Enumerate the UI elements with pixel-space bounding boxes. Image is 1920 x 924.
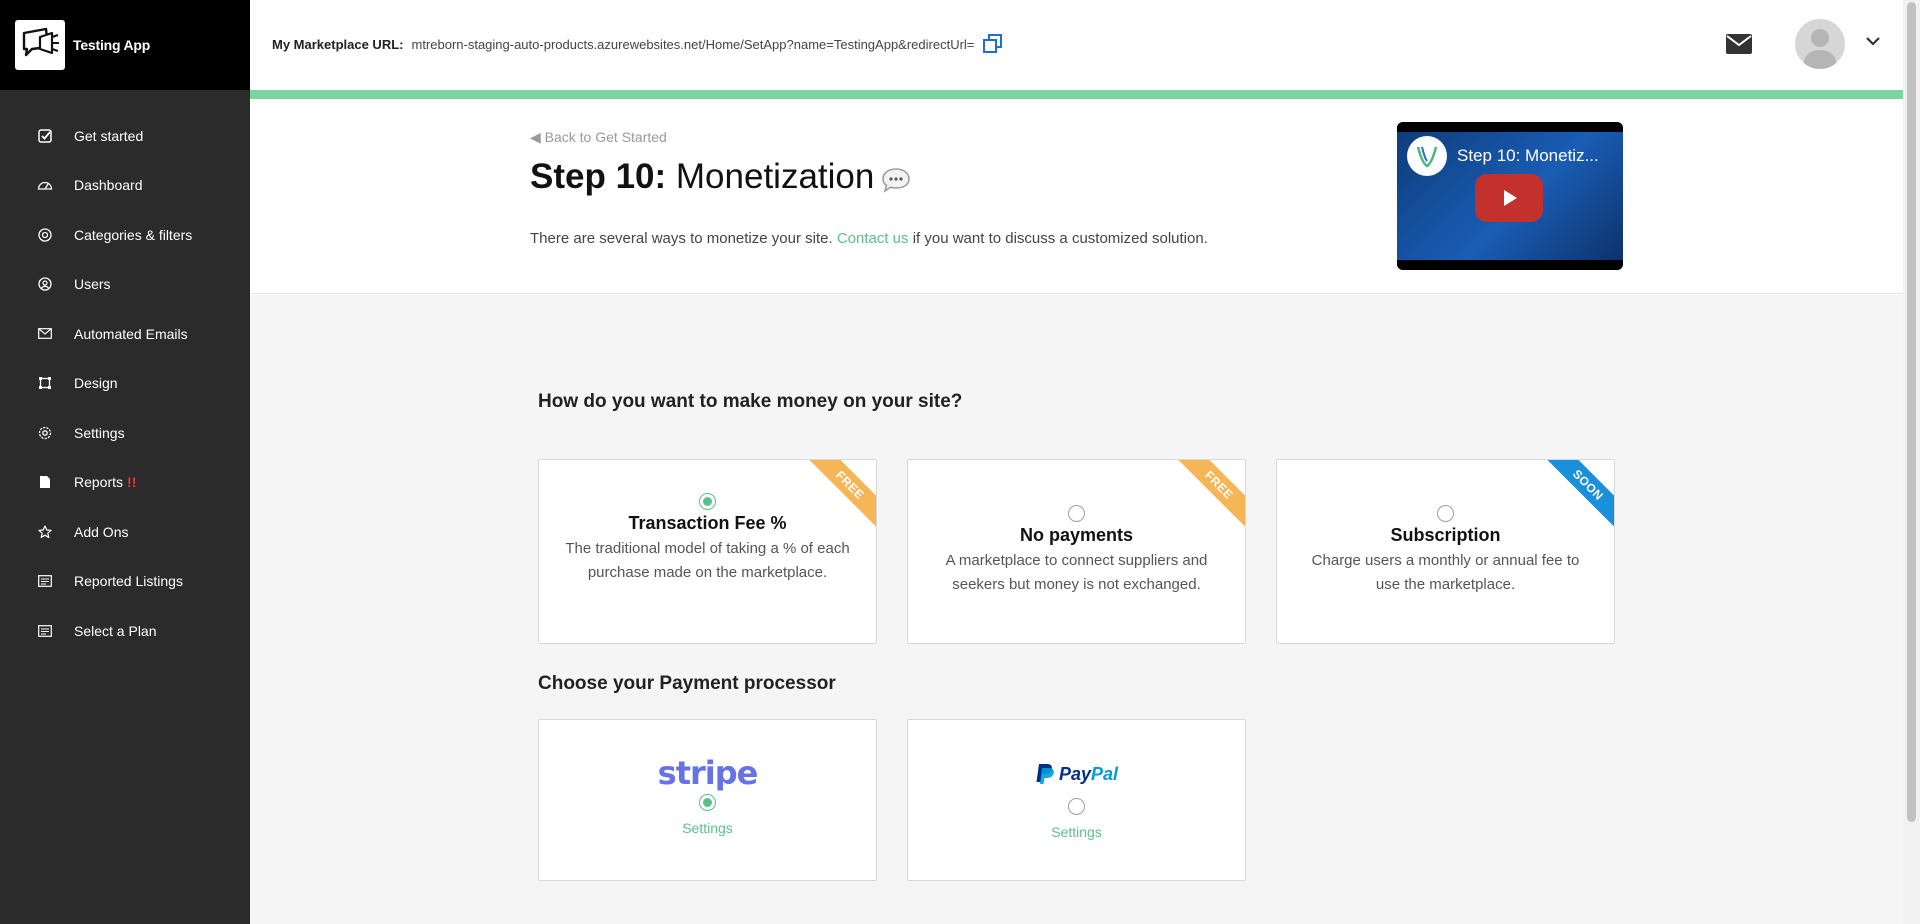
- paypal-logo: PayPal: [908, 756, 1245, 792]
- page-title-step: Step 10:: [530, 157, 667, 196]
- option-title: Transaction Fee %: [628, 513, 787, 533]
- sidebar-nav: Get started Dashboard Categories & filte…: [0, 90, 250, 656]
- gear-icon: [36, 424, 54, 442]
- main-content: How do you want to make money on your si…: [250, 295, 1903, 924]
- marketplace-url-label: My Marketplace URL:: [272, 36, 404, 52]
- sidebar-item-automated-emails[interactable]: Automated Emails: [0, 309, 250, 359]
- app-name: Testing App: [73, 37, 151, 53]
- page-title: Step 10: Monetization: [530, 157, 912, 197]
- monetization-question: How do you want to make money on your si…: [538, 391, 963, 412]
- paypal-settings-link[interactable]: Settings: [908, 824, 1245, 840]
- option-subscription[interactable]: SOON Subscription Charge users a monthly…: [1276, 459, 1615, 644]
- sidebar-item-design[interactable]: Design: [0, 359, 250, 409]
- play-icon[interactable]: [1475, 174, 1543, 222]
- user-circle-icon: [36, 275, 54, 293]
- sidebar-item-reports[interactable]: Reports !!: [0, 458, 250, 508]
- back-link[interactable]: ◀ Back to Get Started: [530, 129, 667, 146]
- envelope-icon: [36, 325, 54, 343]
- speedometer-icon: [36, 176, 54, 194]
- processor-paypal[interactable]: PayPal Settings: [907, 719, 1246, 881]
- sidebar-item-label: Reports: [74, 474, 124, 491]
- sidebar-item-label: Select a Plan: [74, 622, 157, 639]
- chat-bubble-icon[interactable]: [880, 163, 912, 193]
- brand[interactable]: Testing App: [0, 0, 250, 90]
- sidebar-item-select-plan[interactable]: Select a Plan: [0, 606, 250, 656]
- sidebar-item-dashboard[interactable]: Dashboard: [0, 161, 250, 211]
- sidebar-item-label: Users: [74, 276, 111, 293]
- ribbon-free: FREE: [1175, 460, 1245, 529]
- app-logo: [15, 20, 65, 70]
- sidebar-item-label: Design: [74, 375, 118, 392]
- sidebar-item-label: Get started: [74, 127, 144, 144]
- progress-bar: [250, 90, 1903, 99]
- crop-icon: [36, 374, 54, 392]
- option-description: Charge users a monthly or annual fee to …: [1311, 552, 1580, 593]
- sidebar-item-reported-listings[interactable]: Reported Listings: [0, 557, 250, 607]
- sidebar-item-label: Reported Listings: [74, 573, 183, 590]
- ribbon-soon: SOON: [1544, 460, 1614, 529]
- target-icon: [36, 226, 54, 244]
- sidebar-item-label: Dashboard: [74, 177, 143, 194]
- topbar: My Marketplace URL: mtreborn-staging-aut…: [250, 0, 1903, 99]
- subscription-radio[interactable]: [1437, 505, 1454, 522]
- copy-icon[interactable]: [982, 33, 1004, 55]
- marketplace-url-value[interactable]: mtreborn-staging-auto-products.azurewebs…: [411, 37, 974, 52]
- video-thumbnail[interactable]: Step 10: Monetiz...: [1397, 122, 1623, 270]
- sidebar-item-get-started[interactable]: Get started: [0, 111, 250, 161]
- stripe-radio[interactable]: [699, 794, 716, 811]
- star-icon: [36, 523, 54, 541]
- page-title-name: Monetization: [675, 157, 875, 196]
- reports-alert-badge: !!: [127, 474, 137, 491]
- vertical-scrollbar[interactable]: [1903, 0, 1920, 924]
- option-title: Subscription: [1390, 525, 1501, 545]
- sidebar: Testing App Get started Dashboard Catego…: [0, 0, 250, 924]
- mail-icon[interactable]: [1725, 33, 1753, 55]
- video-title: Step 10: Monetiz...: [1457, 146, 1599, 165]
- document-icon: [36, 473, 54, 491]
- option-transaction-fee[interactable]: FREE Transaction Fee % The traditional m…: [538, 459, 877, 644]
- option-description: A marketplace to connect suppliers and s…: [945, 552, 1208, 593]
- option-no-payments[interactable]: FREE No payments A marketplace to connec…: [907, 459, 1246, 644]
- contact-us-link[interactable]: Contact us: [837, 230, 909, 247]
- marketplace-url: My Marketplace URL: mtreborn-staging-aut…: [272, 33, 1004, 55]
- checkbox-icon: [36, 127, 54, 145]
- stripe-settings-link[interactable]: Settings: [539, 820, 876, 836]
- list-icon: [36, 572, 54, 590]
- sidebar-item-label: Add Ons: [74, 523, 129, 540]
- option-description: The traditional model of taking a % of e…: [565, 540, 850, 581]
- transaction-fee-radio[interactable]: [699, 493, 716, 510]
- sidebar-item-label: Automated Emails: [74, 325, 188, 342]
- sidebar-item-label: Categories & filters: [74, 226, 193, 243]
- option-title: No payments: [1019, 525, 1134, 545]
- sidebar-item-add-ons[interactable]: Add Ons: [0, 507, 250, 557]
- list-icon: [36, 622, 54, 640]
- page-header: ◀ Back to Get Started Step 10: Monetizat…: [250, 99, 1903, 294]
- payment-processor-heading: Choose your Payment processor: [538, 673, 836, 694]
- processor-stripe[interactable]: stripe Settings: [538, 719, 877, 881]
- sidebar-item-users[interactable]: Users: [0, 260, 250, 310]
- paypal-radio[interactable]: [1068, 798, 1085, 815]
- intro-text: There are several ways to monetize your …: [530, 230, 1208, 247]
- channel-logo: [1407, 136, 1447, 176]
- stripe-logo: stripe: [657, 754, 759, 792]
- sidebar-item-settings[interactable]: Settings: [0, 408, 250, 458]
- no-payments-radio[interactable]: [1068, 505, 1085, 522]
- sidebar-item-categories[interactable]: Categories & filters: [0, 210, 250, 260]
- avatar[interactable]: [1795, 19, 1845, 69]
- paypal-icon: [1036, 764, 1054, 784]
- scrollbar-thumb[interactable]: [1907, 2, 1916, 822]
- chevron-down-icon[interactable]: [1864, 34, 1882, 48]
- sidebar-item-label: Settings: [74, 424, 125, 441]
